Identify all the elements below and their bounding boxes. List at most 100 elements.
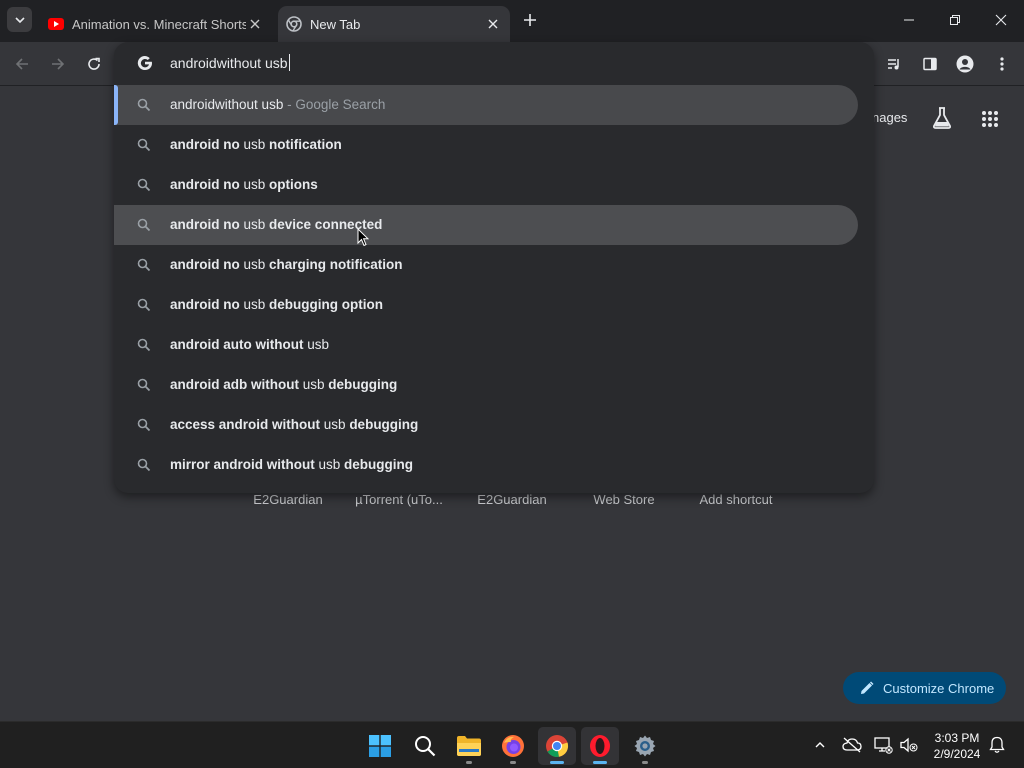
suggestion-text-part: usb (243, 217, 266, 232)
start-button[interactable] (361, 727, 399, 765)
youtube-icon (48, 16, 64, 32)
chrome-logo-icon (546, 735, 569, 757)
side-panel-button[interactable] (916, 50, 944, 78)
search-icon (137, 218, 151, 232)
suggestion-text-part: - Google Search (283, 97, 386, 112)
customize-chrome-label: Customize Chrome (883, 680, 995, 696)
network-tray-icon[interactable] (872, 734, 894, 756)
suggestion-text-part: android no (170, 217, 244, 232)
forward-button[interactable] (44, 50, 72, 78)
reload-icon (88, 57, 100, 70)
tab-new-tab[interactable]: New Tab (278, 6, 510, 42)
back-button[interactable] (8, 50, 36, 78)
google-g-icon (137, 56, 152, 71)
suggestion-text-part: android no (170, 297, 244, 312)
omnibox-suggestion[interactable]: android auto without usb (114, 325, 858, 365)
folder-icon (457, 736, 481, 756)
arrow-right-icon (52, 58, 65, 70)
chrome-app[interactable] (538, 727, 576, 765)
minimize-button[interactable] (886, 0, 932, 40)
pencil-icon (861, 681, 874, 694)
shortcut-tile-label[interactable]: E2Guardian (457, 492, 567, 507)
omnibox-input-text[interactable]: androidwithout usb (170, 54, 290, 71)
notifications-button[interactable] (986, 734, 1008, 756)
gear-icon (634, 735, 656, 757)
network-disconnected-icon (874, 737, 893, 754)
omnibox[interactable]: androidwithout usb (114, 42, 874, 84)
close-icon (995, 14, 1007, 26)
suggestion-text-part: androidwithout usb (170, 97, 284, 112)
omnibox-suggestion[interactable]: android no usb notification (114, 125, 858, 165)
close-tab-icon[interactable] (484, 15, 502, 33)
omnibox-dropdown: androidwithout usb androidwithout usb - … (114, 42, 874, 493)
images-link[interactable]: nages (872, 110, 907, 125)
suggestion-text-part: android no (170, 257, 244, 272)
tab-search-button[interactable] (7, 7, 32, 32)
close-window-button[interactable] (978, 0, 1024, 40)
suggestion-text-part: android auto without (170, 337, 308, 352)
suggestion-text-part: usb (243, 257, 266, 272)
chrome-icon (286, 16, 302, 32)
chrome-menu-button[interactable] (988, 50, 1016, 78)
arrow-left-icon (15, 58, 28, 70)
speaker-muted-icon (900, 737, 918, 753)
minimize-icon (904, 19, 914, 21)
shortcut-tile-label[interactable]: µTorrent (uTo... (344, 492, 454, 507)
suggestion-text-part: android no (170, 177, 244, 192)
suggestion-text: android no usb charging notification (170, 257, 403, 272)
show-hidden-icons-button[interactable] (809, 734, 831, 756)
omnibox-suggestion[interactable]: android no usb debugging option (114, 285, 858, 325)
volume-tray-icon[interactable] (898, 734, 920, 756)
google-apps-button[interactable] (978, 107, 1002, 131)
suggestion-text-part: debugging (345, 417, 419, 432)
firefox-app[interactable] (494, 727, 532, 765)
more-vertical-icon (1000, 57, 1004, 71)
settings-app[interactable] (626, 727, 664, 765)
suggestion-text: android auto without usb (170, 337, 329, 352)
restore-button[interactable] (932, 0, 978, 40)
omnibox-suggestion[interactable]: android adb without usb debugging (114, 365, 858, 405)
omnibox-suggestion[interactable]: android no usb charging notification (114, 245, 858, 285)
suggestion-text: android no usb options (170, 177, 318, 192)
bell-icon (989, 736, 1005, 753)
omnibox-suggestion[interactable]: android no usb options (114, 165, 858, 205)
search-icon (137, 298, 151, 312)
media-controls-button[interactable] (880, 50, 908, 78)
cloud-offline-icon (842, 737, 862, 753)
omnibox-suggestion[interactable]: mirror android without usb debugging (114, 445, 858, 485)
search-icon (137, 338, 151, 352)
reload-button[interactable] (80, 50, 108, 78)
omnibox-suggestion[interactable]: androidwithout usb - Google Search (114, 85, 858, 125)
tab-title: New Tab (310, 16, 361, 32)
file-explorer-app[interactable] (450, 727, 488, 765)
suggestion-text-part: mirror android without (170, 457, 319, 472)
taskbar-clock[interactable]: 3:03 PM 2/9/2024 (926, 730, 988, 762)
close-tab-icon[interactable] (246, 15, 264, 33)
customize-chrome-button[interactable]: Customize Chrome (843, 672, 1006, 704)
suggestion-text-part: usb (243, 137, 266, 152)
new-tab-button[interactable] (518, 8, 542, 32)
music-queue-icon (888, 59, 899, 70)
search-icon (137, 138, 151, 152)
chevron-up-icon (815, 742, 825, 748)
opera-app[interactable] (581, 727, 619, 765)
suggestion-text-part: android adb without (170, 377, 303, 392)
suggestion-text-part: debugging (324, 377, 398, 392)
taskbar-search-button[interactable] (406, 727, 444, 765)
side-panel-icon (923, 57, 937, 71)
opera-icon (590, 735, 610, 757)
add-shortcut-label[interactable]: Add shortcut (681, 492, 791, 507)
suggestion-text: access android without usb debugging (170, 417, 418, 432)
restore-icon (950, 15, 960, 25)
search-icon (137, 418, 151, 432)
suggestion-text-part: options (265, 177, 318, 192)
omnibox-suggestion[interactable]: android no usb device connected (114, 205, 858, 245)
shortcut-tile-label[interactable]: Web Store (569, 492, 679, 507)
onedrive-tray-icon[interactable] (841, 734, 863, 756)
omnibox-suggestion[interactable]: access android without usb debugging (114, 405, 858, 445)
shortcut-tile-label[interactable]: E2Guardian (233, 492, 343, 507)
search-icon (137, 178, 151, 192)
profile-button[interactable] (951, 50, 979, 78)
tab-youtube[interactable]: Animation vs. Minecraft Shorts (40, 6, 272, 42)
labs-button[interactable] (930, 106, 954, 130)
